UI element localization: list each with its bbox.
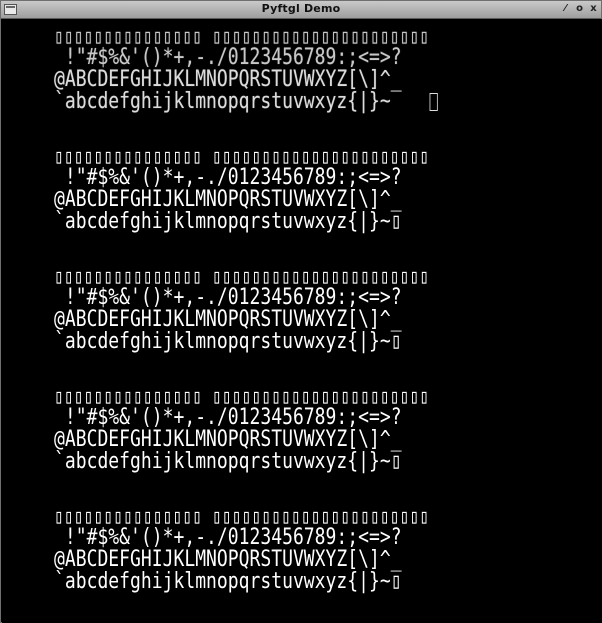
glyph-row-lowercase: `abcdefghijklmnopqrstuvwxyz{|}~▯ [54,569,402,594]
glyph-row-symbols: !"#$%&'()*+,-./0123456789:;<=>? [54,285,402,310]
glyph-row-symbols: !"#$%&'()*+,-./0123456789:;<=>? [54,405,402,430]
glyph-row-unsupported: ▯▯▯▯▯▯▯▯▯▯▯▯▯▯▯ ▯▯▯▯▯▯▯▯▯▯▯▯▯▯▯▯▯▯▯▯▯▯ [54,264,430,288]
glyph-row-lowercase: `abcdefghijklmnopqrstuvwxyz{|}~ [54,89,438,114]
glyph-row-lowercase: `abcdefghijklmnopqrstuvwxyz{|}~▯ [54,449,402,474]
glyph-row-uppercase: @ABCDEFGHIJKLMNOPQRSTUVWXYZ[\]^_ [54,67,402,92]
glyph-row-unsupported: ▯▯▯▯▯▯▯▯▯▯▯▯▯▯▯ ▯▯▯▯▯▯▯▯▯▯▯▯▯▯▯▯▯▯▯▯▯▯ [54,504,430,528]
maximize-icon[interactable]: o [573,2,586,16]
glyph-row-symbols: !"#$%&'()*+,-./0123456789:;<=>? [54,45,402,70]
glyph-row-symbols: !"#$%&'()*+,-./0123456789:;<=>? [54,165,402,190]
glyph-row-uppercase: @ABCDEFGHIJKLMNOPQRSTUVWXYZ[\]^_ [54,307,402,332]
close-icon[interactable]: x [587,2,600,16]
glyph-row-symbols: !"#$%&'()*+,-./0123456789:;<=>? [54,525,402,550]
glyph-row-lowercase: `abcdefghijklmnopqrstuvwxyz{|}~▯ [54,329,402,354]
glyph-row-uppercase: @ABCDEFGHIJKLMNOPQRSTUVWXYZ[\]^_ [54,547,402,572]
app-window: Pyftgl Demo ⁄ o x ▯▯▯▯▯▯▯▯▯▯▯▯▯▯▯ ▯▯▯▯▯▯… [0,0,602,623]
glyph-row-unsupported: ▯▯▯▯▯▯▯▯▯▯▯▯▯▯▯ ▯▯▯▯▯▯▯▯▯▯▯▯▯▯▯▯▯▯▯▯▯▯ [54,24,430,48]
glyph-row-uppercase: @ABCDEFGHIJKLMNOPQRSTUVWXYZ[\]^_ [54,427,402,452]
render-canvas: ▯▯▯▯▯▯▯▯▯▯▯▯▯▯▯ ▯▯▯▯▯▯▯▯▯▯▯▯▯▯▯▯▯▯▯▯▯▯ !… [2,19,602,623]
glyph-row-lowercase: `abcdefghijklmnopqrstuvwxyz{|}~▯ [54,209,402,234]
glyph-row-uppercase: @ABCDEFGHIJKLMNOPQRSTUVWXYZ[\]^_ [54,187,402,212]
title-bar[interactable]: Pyftgl Demo ⁄ o x [1,1,601,19]
minimize-icon[interactable]: ⁄ [559,2,572,16]
glyph-row-unsupported: ▯▯▯▯▯▯▯▯▯▯▯▯▯▯▯ ▯▯▯▯▯▯▯▯▯▯▯▯▯▯▯▯▯▯▯▯▯▯ [54,384,430,408]
glyph-row-unsupported: ▯▯▯▯▯▯▯▯▯▯▯▯▯▯▯ ▯▯▯▯▯▯▯▯▯▯▯▯▯▯▯▯▯▯▯▯▯▯ [54,144,430,168]
window-title: Pyftgl Demo [261,2,341,15]
